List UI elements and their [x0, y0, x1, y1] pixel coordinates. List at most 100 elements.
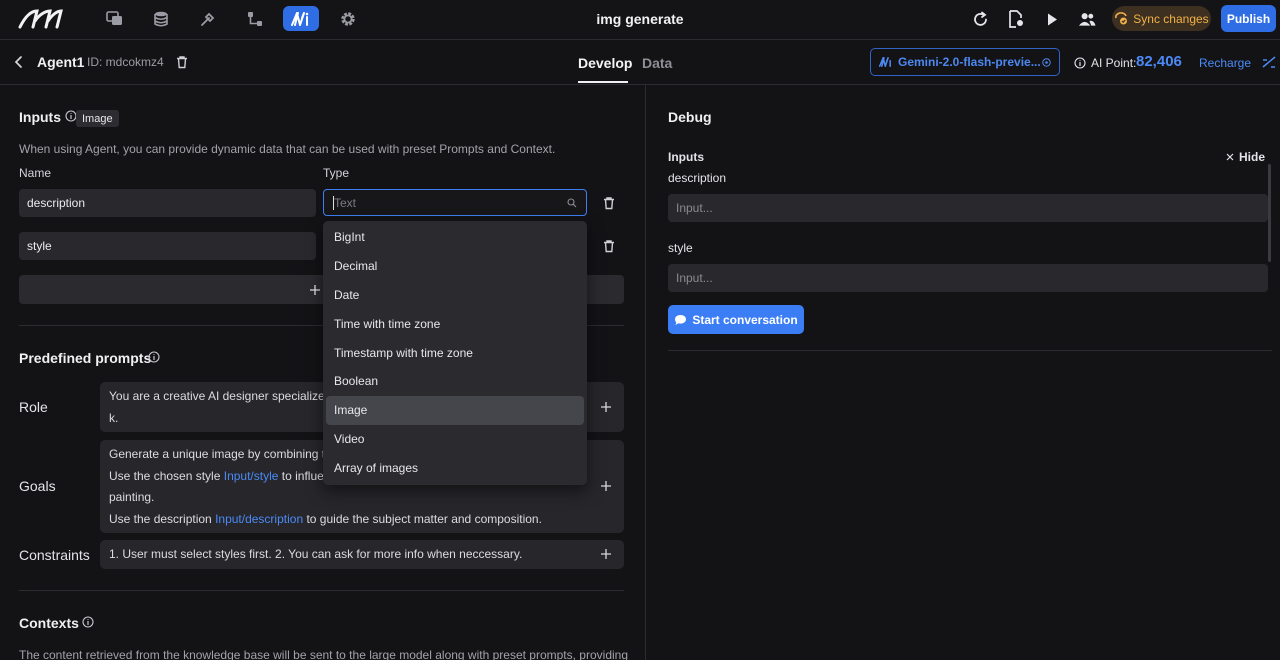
goals-text-line: painting.	[109, 490, 155, 505]
role-label: Role	[19, 399, 48, 415]
add-constraint-icon[interactable]	[600, 548, 612, 560]
nav-workflow[interactable]	[237, 6, 273, 31]
debug-inputs-label: Inputs	[668, 150, 704, 164]
nav-ai-agent[interactable]	[283, 6, 319, 31]
collapse-arrows-icon	[1226, 153, 1234, 161]
goals-text-line: Use the description Input/description to…	[109, 509, 584, 531]
nav-database[interactable]	[143, 6, 179, 31]
constraints-text: 1. User must select styles first. 2. You…	[109, 547, 523, 561]
contexts-title: Contexts	[19, 615, 79, 631]
model-ai-icon	[879, 57, 891, 67]
agent-header: Agent1 ID: mdcokmz4 Develop Data Gemini-…	[0, 41, 1280, 85]
delete-input-icon[interactable]	[602, 196, 616, 210]
type-option-time-tz[interactable]: Time with time zone	[326, 309, 584, 338]
model-selector[interactable]: Gemini-2.0-flash-previe...	[870, 48, 1060, 76]
name-column-label: Name	[19, 166, 52, 180]
tooltip: Image	[76, 110, 119, 127]
divider	[19, 590, 624, 591]
contexts-description: The content retrieved from the knowledge…	[19, 648, 628, 660]
add-goal-icon[interactable]	[600, 480, 612, 492]
agent-id: ID: mdcokmz4	[87, 55, 164, 69]
agent-name: Agent1	[37, 54, 85, 70]
type-option-date[interactable]: Date	[326, 281, 584, 310]
goals-text: to influer	[278, 468, 328, 483]
run-button[interactable]	[1043, 10, 1061, 28]
collapse-icon[interactable]	[1262, 56, 1276, 68]
start-conversation-button[interactable]: Start conversation	[668, 305, 804, 334]
database-icon	[154, 11, 168, 27]
nav-settings[interactable]	[330, 6, 366, 31]
tab-data[interactable]: Data	[642, 55, 672, 71]
goals-text: to guide the subject matter and composit…	[303, 512, 542, 527]
debug-scrollbar[interactable]	[1268, 164, 1271, 262]
goals-text: Generate a unique image by combining the	[109, 447, 339, 461]
type-search-input[interactable]: Text	[323, 189, 587, 216]
goals-text: Use the chosen style	[109, 468, 224, 483]
type-placeholder: Text	[334, 195, 357, 210]
constraints-prompt-box[interactable]: 1. User must select styles first. 2. You…	[100, 540, 624, 569]
file-settings-button[interactable]	[1007, 10, 1025, 28]
type-option-bigint[interactable]: BigInt	[326, 223, 584, 252]
type-option-decimal[interactable]: Decimal	[326, 252, 584, 281]
nav-plugins[interactable]	[190, 6, 226, 31]
type-option-timestamp-tz[interactable]: Timestamp with time zone	[326, 338, 584, 367]
collaborators-button[interactable]	[1078, 10, 1096, 28]
gear-icon	[341, 11, 355, 26]
windows-icon	[105, 11, 122, 25]
active-tab-indicator	[578, 81, 628, 83]
hide-inputs-button[interactable]: Hide	[1226, 150, 1265, 164]
nav-workspace[interactable]	[96, 6, 132, 31]
info-icon	[1074, 57, 1086, 69]
input-name-field[interactable]: style	[19, 232, 316, 260]
chat-bubble-icon	[675, 314, 687, 325]
model-info-icon[interactable]	[1042, 58, 1051, 67]
logo-icon[interactable]	[17, 7, 63, 31]
type-option-boolean[interactable]: Boolean	[326, 367, 584, 396]
delete-agent-icon[interactable]	[175, 55, 189, 69]
play-icon	[1048, 13, 1057, 25]
add-role-icon[interactable]	[600, 401, 612, 413]
panel-divider	[645, 85, 646, 660]
goals-text: Use the description	[109, 512, 216, 527]
plug-icon	[201, 12, 215, 26]
type-dropdown-menu: BigInt Decimal Date Time with time zone …	[323, 221, 587, 485]
sync-icon	[1115, 12, 1128, 25]
goals-label: Goals	[19, 478, 56, 494]
type-option-array-images[interactable]: Array of images	[326, 453, 584, 482]
type-column-label: Type	[323, 166, 350, 180]
debug-title: Debug	[668, 109, 712, 125]
delete-input-icon[interactable]	[602, 239, 616, 253]
inputs-description: When using Agent, you can provide dynami…	[19, 142, 556, 156]
contexts-info-icon[interactable]	[82, 616, 94, 628]
input-style-reference[interactable]: Input/style	[224, 469, 279, 483]
recharge-link[interactable]: Recharge	[1199, 56, 1251, 70]
debug-field-label: style	[668, 241, 693, 255]
tab-develop[interactable]: Develop	[578, 55, 632, 71]
divider	[668, 350, 1272, 351]
search-icon	[567, 198, 577, 208]
sync-changes-button[interactable]: Sync changes	[1112, 6, 1211, 31]
input-name-field[interactable]: description	[19, 189, 316, 217]
publish-button[interactable]: Publish	[1221, 5, 1276, 32]
debug-description-input[interactable]: Input...	[668, 194, 1268, 222]
back-arrow-icon[interactable]	[11, 54, 27, 70]
hide-label: Hide	[1239, 150, 1266, 164]
inputs-title: Inputs	[19, 109, 61, 125]
refresh-icon	[973, 11, 987, 26]
refresh-button[interactable]	[971, 10, 989, 28]
input-description-reference[interactable]: Input/description	[215, 512, 303, 526]
text-cursor	[333, 196, 334, 210]
workflow-icon	[248, 11, 262, 26]
type-option-image[interactable]: Image	[326, 395, 584, 425]
sync-changes-label: Sync changes	[1133, 11, 1209, 26]
ai-point: AI Point:	[1074, 56, 1136, 70]
debug-field-label: description	[668, 171, 727, 185]
predefined-info-icon[interactable]	[148, 351, 160, 363]
debug-style-input[interactable]: Input...	[668, 264, 1268, 292]
top-bar: img generate Sync changes Publish	[0, 0, 1280, 40]
plus-icon	[310, 284, 321, 295]
model-name: Gemini-2.0-flash-previe...	[898, 55, 1041, 69]
ai-icon	[291, 11, 309, 26]
predefined-prompts-title: Predefined prompts	[19, 350, 152, 366]
type-option-video[interactable]: Video	[326, 425, 584, 454]
